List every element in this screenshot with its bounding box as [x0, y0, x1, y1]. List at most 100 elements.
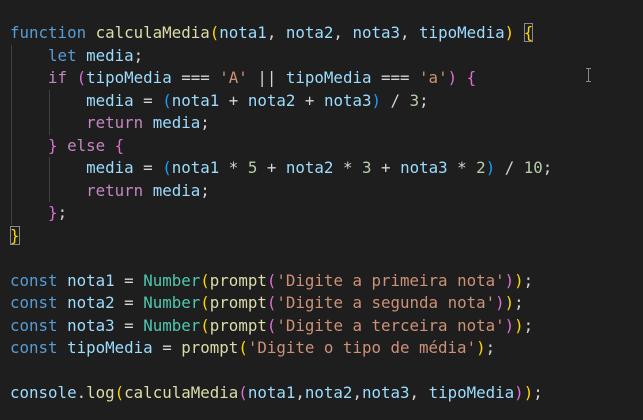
code-token: const [10, 270, 58, 290]
code-token: nota2 [67, 293, 115, 312]
code-line[interactable]: let media; [10, 44, 643, 67]
code-token: + [295, 90, 324, 110]
code-token: return [86, 180, 144, 200]
code-token: = [114, 293, 144, 312]
code-token: ( [200, 315, 210, 335]
code-token: 10 [523, 158, 543, 177]
code-token: / [495, 158, 524, 177]
code-token: else [67, 135, 106, 155]
indent-guide [49, 89, 51, 112]
code-line[interactable]: } else { [10, 134, 643, 157]
code-token: nota3 [67, 315, 115, 335]
code-token: . [76, 383, 87, 402]
code-token: { [466, 68, 477, 87]
code-token: calculaMedia [124, 383, 239, 402]
code-token: ) [504, 23, 515, 42]
code-line[interactable]: return media; [10, 179, 643, 202]
code-token: 'Digite a terceira nota' [276, 315, 505, 335]
code-token: ) [514, 270, 524, 290]
code-token: = [133, 158, 163, 177]
code-token: media [86, 158, 134, 177]
code-token: ; [200, 180, 210, 200]
code-token: 2 [476, 158, 486, 177]
code-token: = [133, 90, 163, 110]
code-token: * [219, 158, 248, 177]
code-line[interactable]: console.log(calculaMedia(nota1,nota2,not… [10, 382, 643, 405]
code-token: nota3 [352, 23, 401, 42]
code-token: nota2 [285, 158, 334, 177]
code-token: / [381, 90, 410, 110]
code-token: nota3 [361, 383, 410, 402]
code-line[interactable]: } [10, 225, 643, 248]
code-line[interactable]: return media; [10, 112, 643, 135]
code-token: ) [504, 270, 515, 290]
code-line[interactable] [10, 360, 643, 383]
code-line[interactable]: }; [10, 202, 643, 225]
code-token: if [48, 68, 68, 87]
code-line[interactable]: media = (nota1 + nota2 + nota3) / 3; [10, 89, 643, 112]
code-token: ( [200, 270, 210, 290]
code-line[interactable]: const tipoMedia = prompt('Digite o tipo … [10, 337, 643, 360]
code-token: ( [209, 23, 220, 42]
code-token: ) [371, 90, 382, 110]
indent-guide [11, 179, 12, 202]
code-token: console [10, 383, 77, 402]
code-token: calculaMedia [95, 23, 210, 42]
code-token: ( [162, 90, 172, 110]
code-line[interactable]: function calculaMedia(nota1, nota2, nota… [10, 22, 643, 45]
code-line[interactable]: if (tipoMedia === 'A' || tipoMedia === '… [10, 67, 643, 90]
code-token: , [409, 383, 429, 402]
code-token: ) [504, 293, 515, 312]
code-token: ) [495, 293, 505, 312]
code-token: function [10, 23, 87, 42]
code-line[interactable]: const nota2 = Number(prompt('Digite a se… [10, 292, 643, 315]
code-token: media [152, 113, 201, 132]
code-token: media [152, 180, 201, 200]
code-token: * [333, 158, 362, 177]
code-token: + [219, 90, 248, 110]
text-cursor-icon [585, 68, 593, 82]
code-line[interactable]: const nota3 = Number(prompt('Digite a te… [10, 315, 643, 338]
code-token: ( [266, 315, 277, 335]
code-token: ; [419, 90, 429, 110]
code-token: ; [200, 113, 210, 132]
code-token: Number [143, 293, 201, 312]
code-token: { [523, 23, 534, 42]
indent-guide [49, 179, 51, 202]
code-line[interactable] [10, 247, 643, 270]
code-line[interactable]: media = (nota1 * 5 + nota2 * 3 + nota3 *… [10, 157, 643, 180]
code-token: { [114, 135, 125, 155]
code-token: media [86, 90, 134, 110]
code-token: tipoMedia [67, 338, 153, 357]
code-token: 'Digite a primeira nota' [276, 270, 505, 290]
indent-guide [49, 112, 51, 135]
code-token: tipoMedia [285, 68, 372, 87]
code-token: , [295, 383, 305, 402]
indent-guide [11, 112, 12, 135]
code-token: tipoMedia [428, 383, 515, 402]
code-area[interactable]: function calculaMedia(nota1, nota2, nota… [10, 22, 643, 405]
code-token: , [400, 23, 420, 42]
code-token: , [266, 23, 286, 42]
code-token: nota1 [171, 158, 220, 177]
code-token: ( [266, 293, 277, 312]
code-editor[interactable]: function calculaMedia(nota1, nota2, nota… [0, 0, 643, 420]
code-line[interactable]: const nota1 = Number(prompt('Digite a pr… [10, 270, 643, 293]
code-token: ( [114, 383, 125, 402]
indent-guide [11, 44, 12, 67]
indent-guide [11, 89, 12, 112]
code-token: ( [76, 68, 87, 87]
code-token: * [447, 158, 477, 177]
code-token: ) [504, 315, 515, 335]
code-token: log [86, 383, 115, 402]
